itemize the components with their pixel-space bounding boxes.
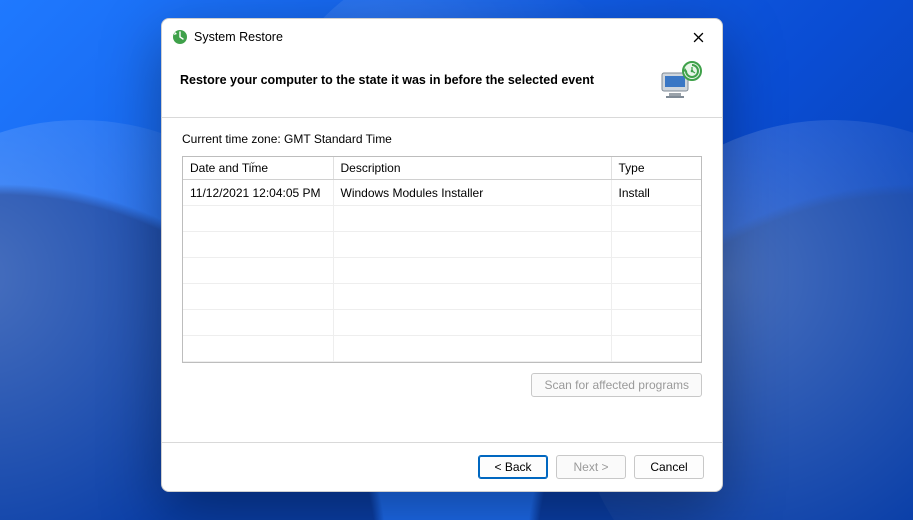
system-restore-dialog: System Restore Restore your computer to … (161, 18, 723, 492)
scan-affected-programs-button: Scan for affected programs (531, 373, 702, 397)
cancel-button[interactable]: Cancel (634, 455, 704, 479)
sort-indicator-icon: ⌄ (249, 156, 257, 167)
table-row: . (183, 336, 701, 362)
timezone-label: Current time zone: GMT Standard Time (182, 132, 702, 146)
column-header-description[interactable]: Description (333, 157, 611, 180)
restore-points-table[interactable]: Date and Time ⌄ Description Type (182, 156, 702, 363)
close-button[interactable] (682, 25, 714, 49)
column-label: Type (619, 161, 645, 175)
table-row: . (183, 310, 701, 336)
wizard-header: Restore your computer to the state it wa… (162, 55, 722, 118)
wizard-content: Current time zone: GMT Standard Time Dat… (162, 118, 722, 442)
column-header-datetime[interactable]: Date and Time ⌄ (183, 157, 333, 180)
column-header-type[interactable]: Type (611, 157, 701, 180)
wizard-footer: < Back Next > Cancel (162, 442, 722, 491)
table-row: . (183, 206, 701, 232)
system-restore-icon (172, 29, 188, 45)
table-row: . (183, 258, 701, 284)
next-button: Next > (556, 455, 626, 479)
titlebar: System Restore (162, 19, 722, 55)
close-icon (693, 32, 704, 43)
back-button[interactable]: < Back (478, 455, 548, 479)
window-title: System Restore (194, 30, 682, 44)
column-label: Description (341, 161, 401, 175)
table-row[interactable]: 11/12/2021 12:04:05 PM Windows Modules I… (183, 180, 701, 206)
cell-datetime: 11/12/2021 12:04:05 PM (183, 180, 333, 206)
table-row: . (183, 284, 701, 310)
restore-art-icon (656, 59, 704, 101)
table-row: . (183, 232, 701, 258)
desktop-wallpaper: System Restore Restore your computer to … (0, 0, 913, 520)
cell-type: Install (611, 180, 701, 206)
page-heading: Restore your computer to the state it wa… (180, 73, 656, 87)
cell-description: Windows Modules Installer (333, 180, 611, 206)
